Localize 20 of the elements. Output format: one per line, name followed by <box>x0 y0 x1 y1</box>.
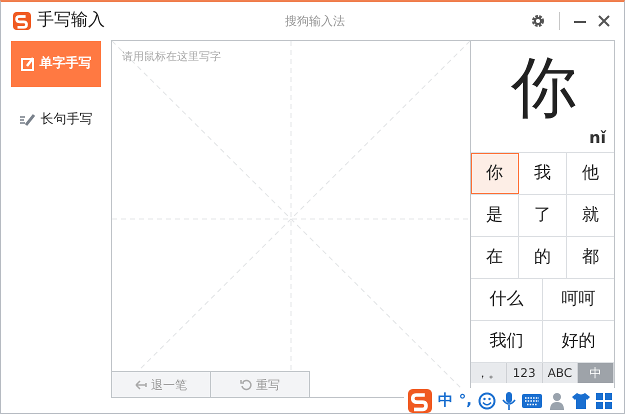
pinyin-label: nǐ <box>589 127 606 149</box>
app-logo-icon <box>13 12 31 30</box>
shirt-icon[interactable] <box>572 392 590 408</box>
sidebar-tab[interactable]: 长句手写 <box>11 97 101 143</box>
arrow-left-icon <box>135 380 147 390</box>
candidate-button[interactable]: 你 <box>471 153 519 194</box>
pen-lines-icon <box>20 114 36 126</box>
person-icon[interactable] <box>548 392 566 410</box>
preview-character: 你 <box>511 55 577 121</box>
window-title: 手写输入 <box>37 9 105 32</box>
smiley-icon[interactable] <box>478 392 496 410</box>
close-icon <box>598 15 610 27</box>
microphone-icon[interactable] <box>502 392 516 410</box>
settings-icon <box>531 14 545 28</box>
edit-icon <box>20 57 34 71</box>
grid-icon[interactable] <box>596 392 612 408</box>
rotate-icon <box>240 378 252 390</box>
app-name: 搜狗输入法 <box>284 13 346 30</box>
canvas-placeholder: 请用鼠标在这里写字 <box>122 49 221 65</box>
keyboard-icon[interactable] <box>522 394 542 408</box>
